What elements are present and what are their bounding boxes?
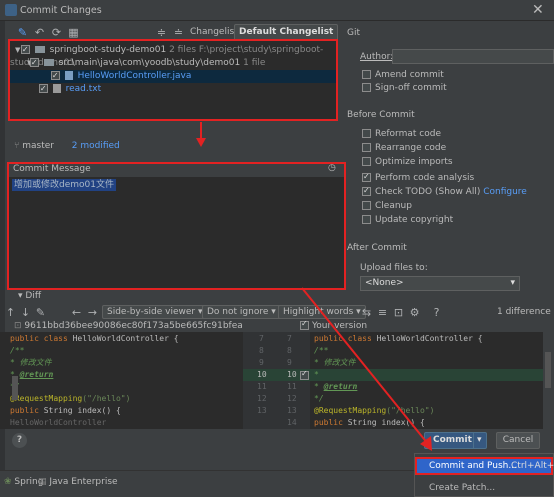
commit-message-header: Commit Message ◷ — [9, 163, 344, 177]
code-line: public class HelloWorldController { — [10, 334, 179, 343]
refresh-icon[interactable]: ⟳ — [50, 26, 63, 39]
java-file-icon — [64, 71, 73, 80]
configure-link[interactable]: Configure — [483, 187, 527, 197]
tree-checkbox[interactable] — [50, 69, 60, 82]
commit-message-label: Commit Message — [13, 164, 91, 174]
commit-message-panel: Commit Message ◷ 增加或修改demo01文件 — [7, 162, 346, 290]
tree-checkbox[interactable] — [38, 82, 48, 95]
commit-popup-menu: Commit and Push... Ctrl+Alt+K Create Pat… — [414, 453, 554, 497]
cleanup-checkbox[interactable]: Cleanup — [362, 200, 412, 212]
code-line: * 修改文件 — [10, 358, 52, 367]
create-patch-item[interactable]: Create Patch... — [415, 480, 553, 496]
tree-checkbox[interactable] — [20, 43, 30, 56]
branch-name: master — [22, 141, 55, 151]
tree-row-package[interactable]: ▼ src\main\java\com\yoodb\study\demo01 1… — [10, 56, 336, 70]
forward-icon[interactable]: → — [86, 306, 99, 319]
expand-all-icon[interactable]: ≑ — [155, 26, 168, 39]
tree-row-file[interactable]: HelloWorldController.java — [10, 69, 336, 83]
diff-toggle[interactable]: ▾ Diff — [18, 291, 41, 301]
changes-tree: ▼ springboot-study-demo01 2 files F:\pro… — [8, 39, 338, 121]
code-analysis-checkbox[interactable]: Perform code analysis — [362, 171, 474, 184]
pin-icon[interactable]: ✎ — [16, 26, 29, 39]
git-section-label: Git — [347, 28, 361, 38]
code-line: public String index() { — [10, 406, 121, 415]
viewer-select[interactable]: Side-by-side viewer ▾ — [102, 305, 208, 319]
tree-label: HelloWorldController.java — [77, 71, 192, 81]
ignore-select[interactable]: Do not ignore ▾ — [202, 305, 281, 319]
diff-scrollbar[interactable] — [543, 332, 554, 429]
tree-row-root[interactable]: ▼ springboot-study-demo01 2 files F:\pro… — [10, 43, 336, 68]
tree-checkbox[interactable] — [29, 56, 39, 69]
history-icon[interactable]: ◷ — [328, 163, 336, 173]
title-bar: Commit Changes ✕ — [0, 0, 554, 21]
scroll-thumb[interactable] — [12, 376, 18, 400]
tree-row-file[interactable]: read.txt — [10, 82, 336, 96]
prev-diff-icon[interactable]: ↑ — [4, 306, 17, 319]
tree-meta: 1 file — [243, 58, 266, 68]
commit-and-push-item[interactable]: Commit and Push... Ctrl+Alt+K — [415, 457, 554, 475]
help-button[interactable]: ? — [12, 433, 27, 448]
after-commit-label: After Commit — [347, 243, 407, 253]
update-copyright-checkbox[interactable]: Update copyright — [362, 214, 453, 226]
upload-files-label: Upload files to: — [360, 263, 428, 273]
author-label: Author: — [360, 52, 394, 62]
back-icon[interactable]: ← — [70, 306, 83, 319]
check-todo-checkbox[interactable]: Check TODO (Show All) Configure — [362, 185, 527, 198]
window-title: Commit Changes — [20, 5, 102, 16]
tree-label: springboot-study-demo01 — [49, 45, 167, 55]
rollback-icon[interactable]: ↶ — [33, 26, 46, 39]
chevron-down-icon: ▾ — [510, 278, 515, 288]
cancel-button[interactable]: Cancel — [496, 432, 540, 449]
commit-message-input[interactable]: 增加或修改demo01文件 — [12, 179, 116, 191]
signoff-commit-checkbox[interactable]: Sign-off commit — [362, 82, 447, 94]
chevron-down-icon[interactable]: ▼ — [10, 44, 20, 57]
modified-count[interactable]: 2 modified — [72, 141, 120, 151]
text-file-icon — [52, 84, 61, 93]
tree-label: src\main\java\com\yoodb\study\demo01 — [58, 58, 241, 68]
before-commit-label: Before Commit — [347, 110, 415, 120]
close-icon[interactable]: ✕ — [532, 2, 544, 18]
annotation-arrow — [301, 287, 432, 451]
app-icon — [5, 4, 17, 16]
collapse-all-icon[interactable]: ≐ — [172, 26, 185, 39]
code-line: @RequestMapping("/hello") — [10, 394, 131, 403]
left-revision: ⊡ 9611bbd36bee90086ec80f173a5be665fc91bf… — [14, 321, 243, 331]
code-line: HelloWorldController — [10, 418, 107, 427]
status-bar: ❀ Spring ▤ Java Enterprise — [0, 470, 414, 497]
java-ee-tab[interactable]: ▤ Java Enterprise — [38, 477, 118, 487]
code-line: /** — [10, 346, 25, 355]
folder-icon — [34, 46, 45, 53]
difference-count: 1 difference — [497, 307, 551, 317]
folder-icon — [43, 59, 54, 66]
optimize-imports-checkbox[interactable]: Optimize imports — [362, 156, 453, 168]
commit-options-icon[interactable]: ▾ — [477, 433, 482, 448]
shortcut-label: Ctrl+Alt+K — [511, 461, 554, 471]
chevron-down-icon[interactable]: ▼ — [10, 57, 32, 70]
reformat-code-checkbox[interactable]: Reformat code — [362, 128, 441, 140]
group-icon[interactable]: ▦ — [67, 26, 80, 39]
branch-info: ⑂ master 2 modified — [14, 141, 120, 151]
author-input[interactable] — [392, 49, 554, 64]
annotation-arrow — [196, 122, 206, 147]
tree-label: read.txt — [65, 84, 102, 94]
diff-left-pane[interactable]: public class HelloWorldController { /** … — [0, 332, 243, 429]
rearrange-code-checkbox[interactable]: Rearrange code — [362, 142, 446, 154]
edit-icon[interactable]: ✎ — [34, 306, 47, 319]
amend-commit-checkbox[interactable]: Amend commit — [362, 69, 444, 81]
next-diff-icon[interactable]: ↓ — [19, 306, 32, 319]
